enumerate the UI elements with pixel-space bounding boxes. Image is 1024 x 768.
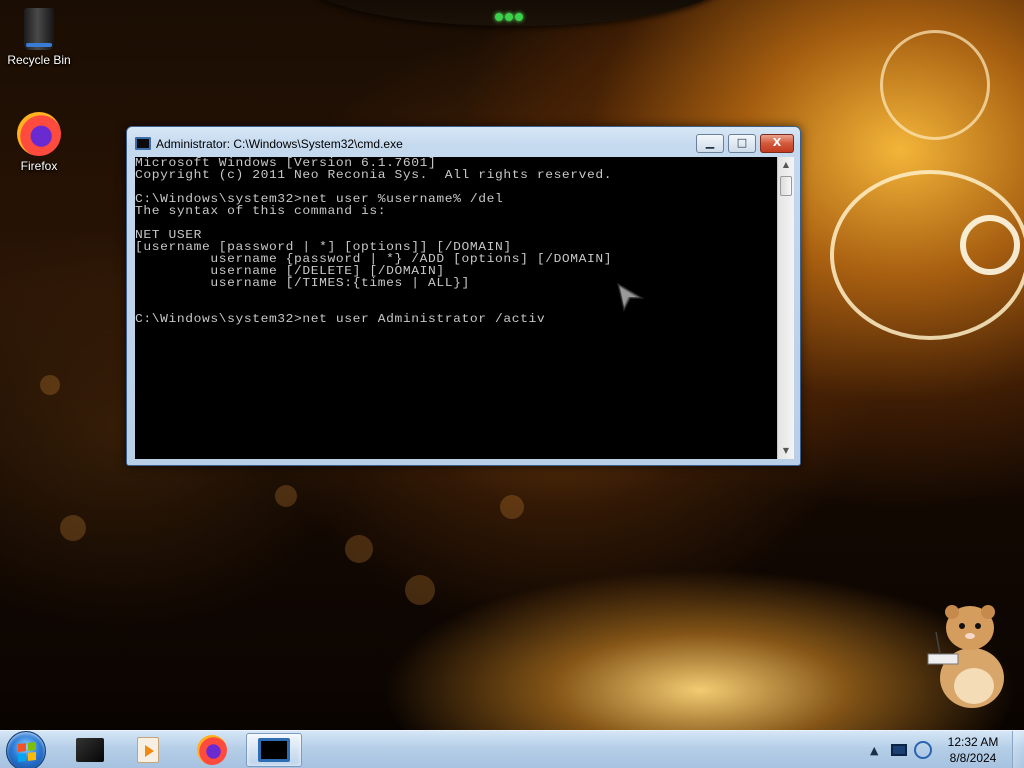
taskbar: ▲ 12:32 AM 8/8/2024	[0, 730, 1024, 768]
wallpaper-bokeh	[405, 575, 435, 605]
console-text[interactable]: Microsoft Windows [Version 6.1.7601] Cop…	[135, 157, 785, 325]
media-player-icon	[137, 737, 159, 763]
wallpaper-bokeh	[500, 495, 524, 519]
taskbar-item-media-player[interactable]	[120, 733, 176, 767]
wallpaper-green-dots	[495, 8, 529, 21]
console-output[interactable]: Microsoft Windows [Version 6.1.7601] Cop…	[135, 157, 785, 459]
cmd-window[interactable]: Administrator: C:\Windows\System32\cmd.e…	[126, 126, 801, 466]
clock-time: 12:32 AM	[947, 735, 999, 749]
minimize-button[interactable]: ▁	[696, 134, 724, 153]
dark-app-icon	[76, 738, 104, 762]
wallpaper-swirl	[880, 30, 990, 140]
firefox-icon	[17, 112, 61, 156]
hamster-gadget-icon[interactable]	[922, 598, 1012, 710]
close-button[interactable]: X	[760, 134, 794, 153]
maximize-button[interactable]: □	[728, 134, 756, 153]
desktop-icon-label: Firefox	[20, 159, 58, 173]
firefox-icon	[197, 735, 227, 765]
desktop-icon-firefox[interactable]: Firefox	[0, 112, 78, 173]
action-center-icon[interactable]	[891, 744, 907, 756]
scroll-up-arrow-icon[interactable]: ▲	[778, 157, 794, 173]
wallpaper-bokeh	[40, 375, 60, 395]
wallpaper-bokeh	[345, 535, 373, 563]
wallpaper-bokeh	[60, 515, 86, 541]
desktop-icon-label: Recycle Bin	[7, 53, 71, 67]
recycle-bin-icon	[24, 8, 54, 50]
show-desktop-button[interactable]	[1012, 731, 1024, 768]
taskbar-item-dark-app[interactable]	[62, 733, 118, 767]
cmd-icon	[258, 738, 290, 762]
clock-date: 8/8/2024	[949, 751, 997, 765]
wallpaper-bokeh	[275, 485, 297, 507]
cmd-window-icon[interactable]	[135, 137, 151, 150]
show-hidden-icons-icon[interactable]: ▲	[870, 744, 878, 757]
windows-logo-icon	[18, 742, 36, 762]
network-icon[interactable]	[914, 741, 932, 759]
start-button[interactable]	[6, 731, 46, 768]
clock[interactable]: 12:32 AM 8/8/2024	[940, 734, 1006, 766]
scroll-thumb[interactable]	[780, 176, 792, 196]
desktop-icon-recycle-bin[interactable]: Recycle Bin	[0, 8, 78, 67]
window-title: Administrator: C:\Windows\System32\cmd.e…	[156, 137, 403, 151]
wallpaper-swirl	[960, 215, 1020, 275]
taskbar-item-cmd[interactable]	[246, 733, 302, 767]
title-bar[interactable]: Administrator: C:\Windows\System32\cmd.e…	[127, 127, 800, 157]
vertical-scrollbar[interactable]: ▲ ▼	[777, 157, 794, 459]
scroll-down-arrow-icon[interactable]: ▼	[778, 443, 794, 459]
taskbar-item-firefox[interactable]	[184, 733, 240, 767]
mouse-cursor-icon	[617, 282, 644, 312]
